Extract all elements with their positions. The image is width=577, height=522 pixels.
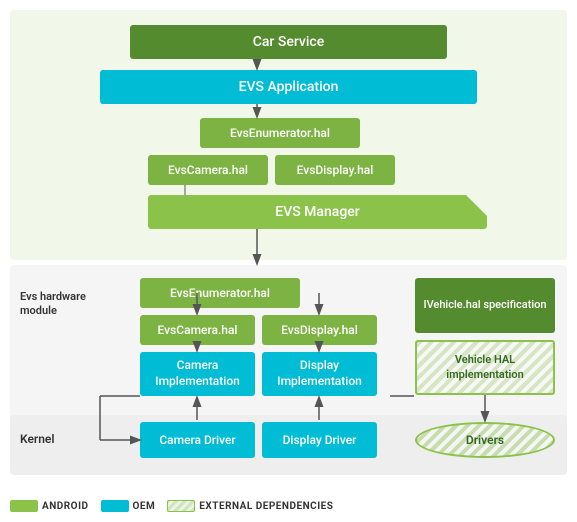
vehicle-hal-impl-box: Vehicle HAL implementation — [415, 340, 555, 395]
evs-camera-hal-top-box: EvsCamera.hal — [148, 155, 268, 185]
evs-camera-hal-bottom-box: EvsCamera.hal — [140, 315, 255, 345]
legend-oem: OEM — [101, 500, 156, 512]
display-implementation-box: Display Implementation — [262, 352, 377, 396]
camera-driver-box: Camera Driver — [140, 422, 255, 458]
camera-implementation-box: Camera Implementation — [140, 352, 255, 396]
evs-enumerator-hal-bottom-box: EvsEnumerator.hal — [140, 278, 300, 308]
legend-android-color — [10, 500, 38, 512]
drivers-oval: Drivers — [415, 422, 555, 458]
evs-manager-box: EVS Manager — [148, 195, 487, 229]
legend-android: ANDROID — [10, 500, 89, 512]
legend-oem-color — [101, 500, 129, 512]
evs-display-hal-bottom-box: EvsDisplay.hal — [262, 315, 377, 345]
evs-hw-label: Evs hardware module — [20, 290, 90, 319]
legend-external-color — [167, 500, 195, 512]
legend-external: EXTERNAL DEPENDENCIES — [167, 500, 333, 512]
ivehicle-hal-box: IVehicle.hal specification — [415, 278, 555, 333]
display-driver-box: Display Driver — [262, 422, 377, 458]
car-service-box: Car Service — [130, 25, 447, 59]
kernel-label: Kernel — [20, 432, 55, 446]
legend: ANDROID OEM EXTERNAL DEPENDENCIES — [10, 494, 567, 518]
evs-display-hal-top-box: EvsDisplay.hal — [275, 155, 395, 185]
evs-application-box: EVS Application — [100, 70, 477, 104]
evs-enumerator-hal-top-box: EvsEnumerator.hal — [200, 118, 360, 148]
diagram-container: Car Service EVS Application EvsEnumerato… — [0, 0, 577, 522]
